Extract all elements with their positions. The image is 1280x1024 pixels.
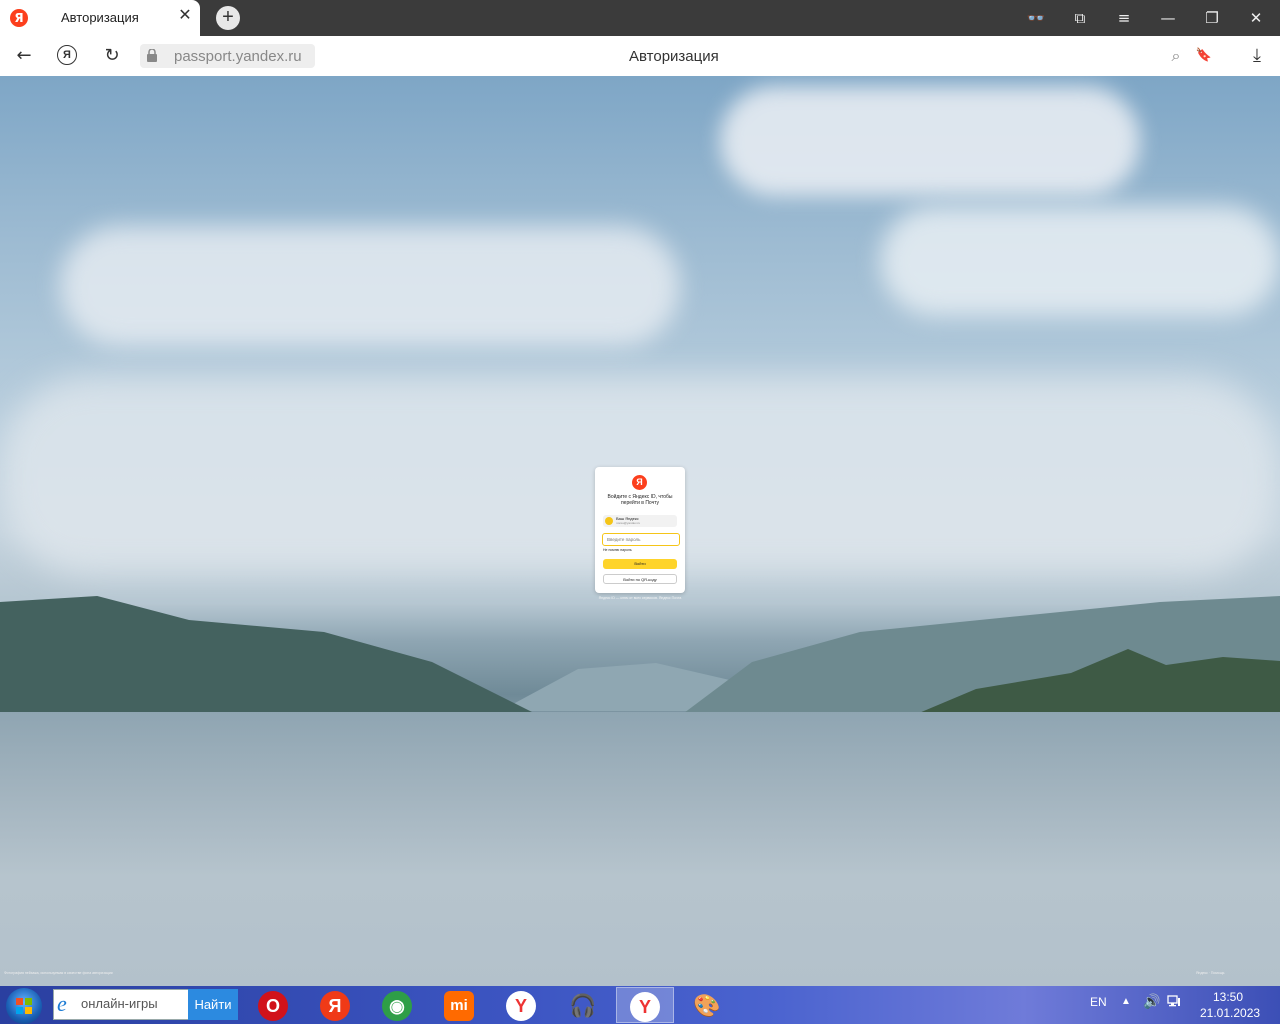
account-selector[interactable]: Ваш Яндекс логин@yandex.ru	[603, 515, 677, 527]
background-credit: Фотография пейзажа, используемая в качес…	[4, 971, 113, 975]
reader-mode-icon[interactable]: 👓	[1024, 6, 1048, 30]
tab-title: Авторизация	[61, 10, 139, 25]
taskbar-app-paint[interactable]: 🎨	[678, 987, 736, 1023]
yandex-browser-icon: Y	[506, 991, 536, 1021]
internet-explorer-icon: e	[57, 991, 67, 1016]
tab-authorization[interactable]: Я Авторизация ✕	[0, 0, 200, 36]
clock-time[interactable]: 13:50	[1213, 990, 1243, 1004]
background-cloud	[720, 86, 1140, 196]
taskbar-app-opera[interactable]: O	[244, 987, 302, 1023]
opera-icon: O	[258, 991, 288, 1021]
password-input[interactable]	[602, 533, 680, 546]
tab-bar: Я Авторизация ✕ + 👓 ⧉ ≡ — ❐ ✕	[0, 0, 1280, 36]
taskbar-app-yandex-browser-active[interactable]: Y	[616, 987, 674, 1023]
avatar	[605, 517, 613, 525]
bookmark-icon[interactable]: 🔖	[1192, 44, 1216, 68]
login-button[interactable]: Войти	[603, 559, 677, 569]
download-icon[interactable]: ⤓	[1245, 44, 1269, 68]
restore-icon[interactable]: ❐	[1200, 6, 1224, 30]
paint-icon: 🎨	[693, 993, 721, 1018]
show-hidden-icons-icon[interactable]: ▲	[1121, 996, 1131, 1007]
address-bar[interactable]: passport.yandex.ru	[140, 44, 315, 68]
reload-icon[interactable]: ↻	[100, 44, 124, 68]
yandex-home-icon[interactable]: Я	[57, 45, 77, 65]
search-button[interactable]: Найти	[188, 989, 238, 1020]
taskbar-app-xiaomi[interactable]: mi	[430, 987, 488, 1023]
login-footer: Яндекс ID — ключ от всех сервисов. Яндек…	[598, 596, 682, 600]
close-tab-icon[interactable]: ✕	[176, 7, 194, 25]
minimize-icon[interactable]: —	[1156, 6, 1180, 30]
new-tab-button[interactable]: +	[216, 6, 240, 30]
network-icon[interactable]	[1167, 995, 1181, 1007]
taskbar-search-box[interactable]: e онлайн-игры	[53, 989, 189, 1020]
yandex-icon: Я	[320, 991, 350, 1021]
yandex-favicon-icon: Я	[10, 9, 28, 27]
footer-links[interactable]: Яндекс · Помощь	[1196, 971, 1224, 975]
yandex-logo-icon: Я	[632, 475, 647, 490]
xiaomi-icon: mi	[444, 991, 474, 1021]
taskbar-app-yandex-browser[interactable]: Y	[492, 987, 550, 1023]
windows-logo-icon	[16, 998, 32, 1014]
yandex-browser-icon: Y	[630, 992, 660, 1022]
close-window-icon[interactable]: ✕	[1244, 6, 1268, 30]
search-input[interactable]: онлайн-игры	[81, 996, 158, 1011]
menu-icon[interactable]: ≡	[1112, 6, 1136, 30]
start-button[interactable]	[6, 988, 42, 1024]
taskbar-app-yandex[interactable]: Я	[306, 987, 364, 1023]
url-text: passport.yandex.ru	[174, 48, 302, 65]
taskbar-app-audio[interactable]: 🎧	[554, 987, 612, 1023]
language-indicator[interactable]: EN	[1090, 995, 1107, 1009]
page-title: Авторизация	[629, 48, 719, 65]
background-lake	[0, 712, 1280, 986]
back-icon[interactable]: ←	[12, 44, 36, 68]
qr-login-button[interactable]: Войти по QR-коду	[603, 574, 677, 584]
account-login: логин@yandex.ru	[616, 521, 641, 525]
headphones-icon: 🎧	[569, 993, 597, 1018]
lock-icon	[147, 49, 157, 62]
background-cloud	[880, 206, 1280, 316]
chrome-icon: ◉	[382, 991, 412, 1021]
clock-date[interactable]: 21.01.2023	[1200, 1006, 1260, 1020]
taskbar: e онлайн-игры Найти O Я ◉ mi Y 🎧 Y 🎨 EN …	[0, 986, 1280, 1024]
page-content: Я Войдите с Яндекс ID, чтобы перейти в П…	[0, 76, 1280, 986]
background-cloud	[60, 226, 680, 346]
forgot-password-link[interactable]: Не помню пароль	[603, 548, 632, 552]
lens-icon[interactable]: ⌕	[1164, 44, 1188, 68]
navigation-bar: ← Я ↻ passport.yandex.ru Авторизация ⌕ 🔖…	[0, 36, 1280, 77]
volume-icon[interactable]: 🔊	[1143, 994, 1160, 1010]
background-hill	[0, 596, 540, 716]
taskbar-app-chrome[interactable]: ◉	[368, 987, 426, 1023]
login-title: Войдите с Яндекс ID, чтобы перейти в Поч…	[607, 494, 673, 506]
bookmarks-panel-icon[interactable]: ⧉	[1068, 6, 1092, 30]
login-card: Я Войдите с Яндекс ID, чтобы перейти в П…	[595, 467, 685, 593]
